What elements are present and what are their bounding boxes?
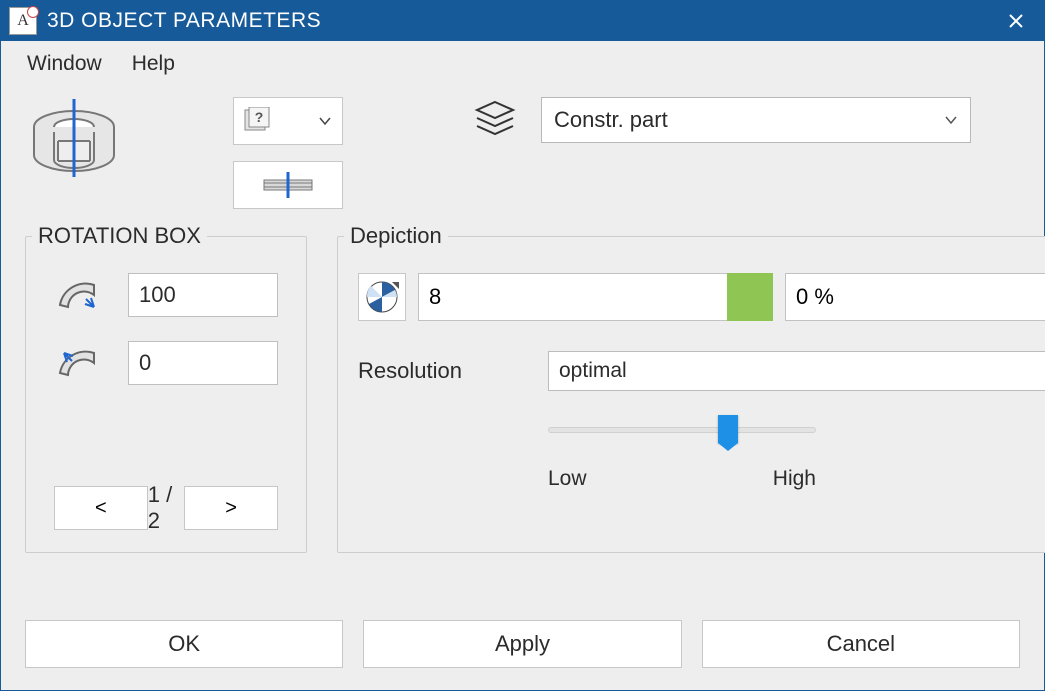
chevron-down-icon <box>318 114 332 128</box>
segments-icon <box>358 273 406 321</box>
chevron-down-icon <box>944 113 958 127</box>
menubar: Window Help <box>1 41 1044 87</box>
axis-mode-icon <box>258 170 318 200</box>
resolution-label: Resolution <box>358 358 508 384</box>
layer-section: Constr. part <box>473 97 971 143</box>
menu-help[interactable]: Help <box>132 52 175 76</box>
resolution-select[interactable]: optimal <box>548 351 1045 391</box>
cancel-button[interactable]: Cancel <box>702 620 1020 668</box>
pager-label: 1 / 2 <box>148 482 184 534</box>
titlebar: A 3D OBJECT PARAMETERS <box>1 1 1044 41</box>
angle-start-input[interactable] <box>128 273 278 317</box>
close-icon <box>1008 13 1024 29</box>
unknown-template-icon: ? <box>242 107 270 135</box>
percent-input[interactable] <box>785 273 1045 321</box>
depiction-group: Depiction <box>337 223 1045 553</box>
dialog-buttons: OK Apply Cancel <box>25 602 1020 690</box>
layer-select-value: Constr. part <box>554 107 668 133</box>
object-preview-icon <box>25 97 123 189</box>
apply-button[interactable]: Apply <box>363 620 681 668</box>
resolution-slider[interactable] <box>548 415 816 445</box>
segments-field <box>418 273 773 321</box>
resolution-value: optimal <box>559 359 627 383</box>
angle-end-input[interactable] <box>128 341 278 385</box>
resolution-slider-wrap: Low High <box>548 415 1045 491</box>
slider-low-label: Low <box>548 467 587 491</box>
segments-input[interactable] <box>418 273 727 321</box>
panels: ROTATION BOX <box>25 223 1020 602</box>
svg-text:?: ? <box>255 109 264 125</box>
rotation-box-group: ROTATION BOX <box>25 223 307 553</box>
slider-high-label: High <box>773 467 816 491</box>
axis-mode-button[interactable] <box>233 161 343 209</box>
layers-icon <box>473 98 517 142</box>
app-icon: A <box>9 7 37 35</box>
slider-track <box>548 427 816 433</box>
segments-commit-button[interactable] <box>727 273 773 321</box>
close-button[interactable] <box>996 1 1036 41</box>
pager: < 1 / 2 > <box>54 482 278 534</box>
percent-field <box>785 273 1045 321</box>
slider-thumb[interactable] <box>718 415 738 443</box>
angle-end-icon <box>54 343 100 383</box>
menu-window[interactable]: Window <box>27 52 102 76</box>
pager-prev-button[interactable]: < <box>54 486 148 530</box>
layer-select[interactable]: Constr. part <box>541 97 971 143</box>
pager-next-button[interactable]: > <box>184 486 278 530</box>
depiction-legend: Depiction <box>344 223 448 249</box>
tool-column: ? <box>233 97 343 209</box>
angle-start-icon <box>54 275 100 315</box>
window-title: 3D OBJECT PARAMETERS <box>47 9 996 33</box>
ok-button[interactable]: OK <box>25 620 343 668</box>
dialog-window: A 3D OBJECT PARAMETERS Window Help <box>0 0 1045 691</box>
rotation-box-legend: ROTATION BOX <box>32 223 207 249</box>
template-dropdown[interactable]: ? <box>233 97 343 145</box>
top-row: ? <box>25 97 1020 209</box>
dialog-content: ? <box>1 87 1044 690</box>
